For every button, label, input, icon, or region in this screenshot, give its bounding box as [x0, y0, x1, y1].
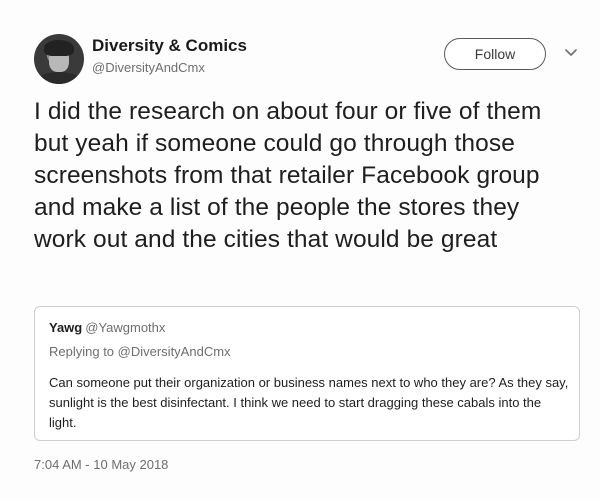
chevron-down-icon[interactable] [564, 46, 578, 60]
author-display-name[interactable]: Diversity & Comics [92, 36, 247, 56]
avatar-shoulders [36, 72, 82, 84]
quoted-author-handle[interactable]: @Yawgmothx [85, 320, 165, 335]
quoted-tweet[interactable]: Yawg @Yawgmothx Replying to @DiversityAnd… [34, 306, 580, 441]
follow-button[interactable]: Follow [444, 38, 546, 70]
quoted-tweet-header: Yawg @Yawgmothx [49, 320, 165, 335]
avatar[interactable] [34, 34, 84, 84]
quoted-tweet-text: Can someone put their organization or bu… [49, 375, 569, 430]
avatar-hair [44, 40, 74, 56]
tweet-timestamp[interactable]: 7:04 AM - 10 May 2018 [34, 457, 168, 472]
quoted-replying-to[interactable]: Replying to @DiversityAndCmx [49, 344, 231, 359]
tweet-text: I did the research on about four or five… [34, 98, 542, 253]
quoted-author-name[interactable]: Yawg [49, 320, 82, 335]
tweet-card: Diversity & Comics @DiversityAndCmx Foll… [0, 0, 600, 499]
author-handle[interactable]: @DiversityAndCmx [92, 60, 205, 75]
tweet-header: Diversity & Comics @DiversityAndCmx Foll… [32, 32, 580, 88]
